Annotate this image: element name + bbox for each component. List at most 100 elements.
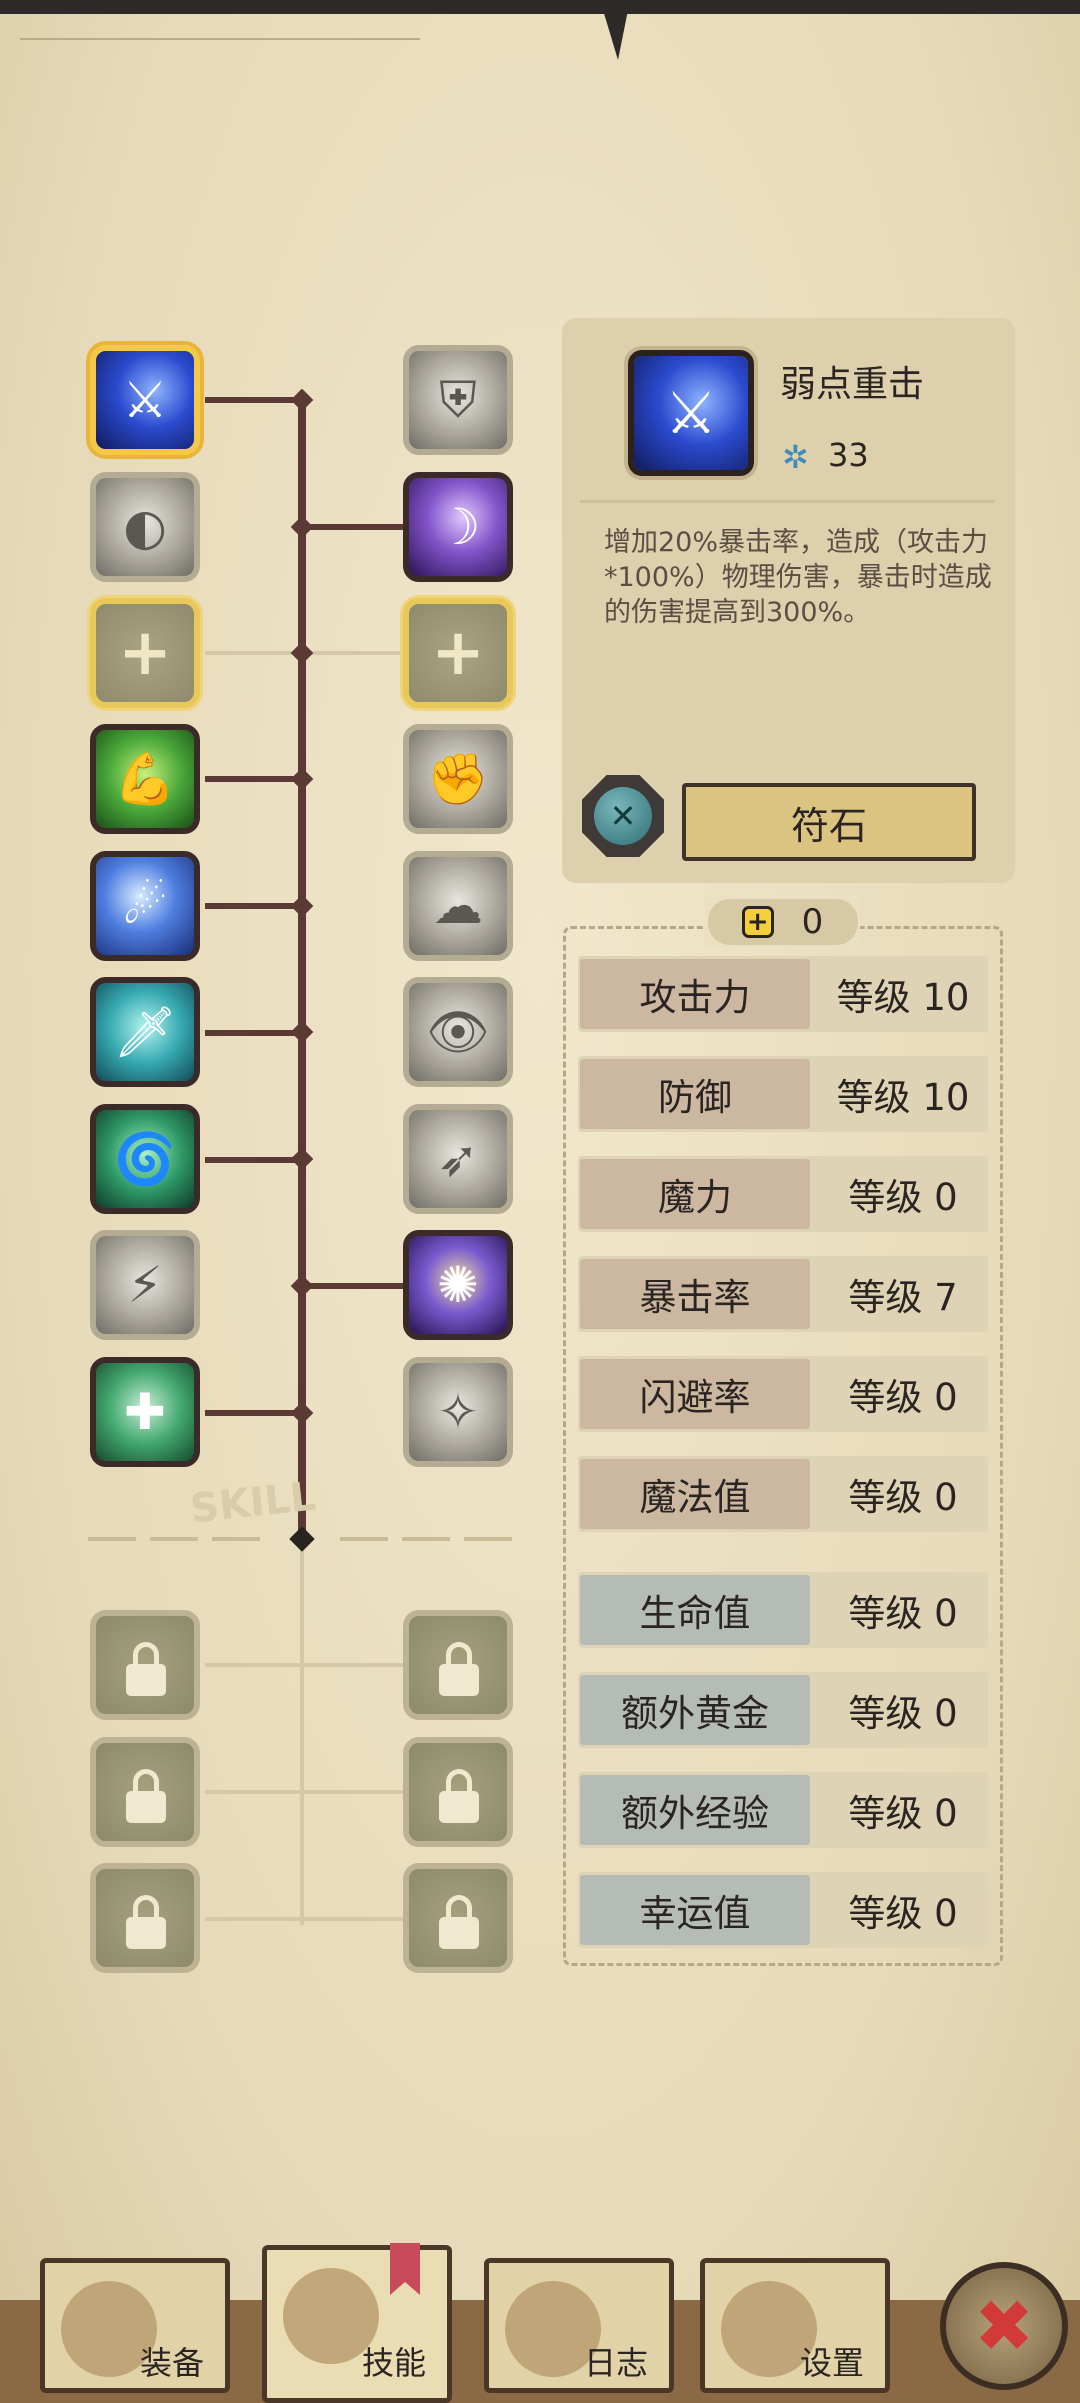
selected-skill-icon: ⚔: [628, 350, 754, 476]
lightning-icon: ⚡: [127, 1256, 163, 1314]
skill-points-pill: + 0: [707, 899, 858, 945]
tab-label: 技能: [362, 2344, 427, 2382]
sparkle-icon: ✧: [437, 1383, 479, 1441]
stat-level: 等级 7: [848, 1276, 958, 1319]
skill-slot-upgradable[interactable]: +: [90, 598, 200, 708]
tier-divider: [402, 1537, 450, 1541]
locked-skill-slot[interactable]: [403, 1863, 513, 1973]
stat-label: 防御: [580, 1059, 810, 1129]
tree-end-knot: [289, 1526, 315, 1552]
skill-arcane-orbs[interactable]: ✺: [403, 1230, 513, 1340]
close-icon: ✖: [973, 2284, 1035, 2368]
skill-slot[interactable]: ➶: [403, 1104, 513, 1214]
skill-dagger[interactable]: 🗡: [90, 977, 200, 1087]
stat-row[interactable]: 生命值 等级 0: [578, 1572, 988, 1648]
skill-slot[interactable]: ☁: [403, 851, 513, 961]
branch-knot: [290, 767, 314, 791]
skill-points-value: 0: [801, 902, 824, 942]
tab-settings[interactable]: 设置: [700, 2258, 890, 2393]
dagger-icon: 🗡: [113, 1002, 177, 1061]
lock-icon: [126, 1642, 166, 1696]
stat-level: 等级 0: [848, 1176, 958, 1219]
locked-skill-slot[interactable]: [403, 1610, 513, 1720]
whirlwind-icon: 🌀: [113, 1129, 177, 1188]
stat-row[interactable]: 魔法值 等级 0: [578, 1456, 988, 1532]
tab-label: 装备: [140, 2344, 205, 2382]
skill-weak-point-strike[interactable]: ⚔: [90, 345, 200, 455]
rune-button[interactable]: 符石: [682, 783, 976, 861]
stat-row[interactable]: 闪避率 等级 0: [578, 1356, 988, 1432]
skill-strength[interactable]: 💪: [90, 724, 200, 834]
stat-label: 攻击力: [580, 959, 810, 1029]
stat-label: 幸运值: [580, 1875, 810, 1945]
stat-row[interactable]: 攻击力 等级 10: [578, 956, 988, 1032]
skill-tree-trunk: [298, 395, 306, 1540]
stat-row[interactable]: 防御 等级 10: [578, 1056, 988, 1132]
flex-arm-icon: 💪: [113, 749, 177, 808]
branch-knot: [290, 894, 314, 918]
skill-slot[interactable]: ⛨: [403, 345, 513, 455]
skill-slot[interactable]: ✧: [403, 1357, 513, 1467]
locked-skill-slot[interactable]: [403, 1737, 513, 1847]
branch-right: [300, 1283, 405, 1289]
skill-slot[interactable]: ⚡: [90, 1230, 200, 1340]
locked-tree-trunk: [300, 1545, 304, 1925]
locked-skill-slot[interactable]: [90, 1737, 200, 1847]
plus-icon: +: [118, 616, 172, 690]
close-button[interactable]: ✖: [940, 2262, 1068, 2390]
blade-icon: ➶: [437, 1130, 479, 1188]
branch-locked: [205, 1917, 405, 1921]
stat-row[interactable]: 额外黄金 等级 0: [578, 1672, 988, 1748]
branch-locked: [205, 1790, 405, 1794]
torn-edge: [600, 0, 630, 60]
locked-skill-slot[interactable]: [90, 1863, 200, 1973]
locked-skill-slot[interactable]: [90, 1610, 200, 1720]
plus-icon: +: [431, 616, 485, 690]
tab-label: 设置: [800, 2344, 865, 2382]
stat-label: 暴击率: [580, 1259, 810, 1329]
stat-row[interactable]: 额外经验 等级 0: [578, 1772, 988, 1848]
branch-knot: [290, 515, 314, 539]
skill-whirlwind[interactable]: 🌀: [90, 1104, 200, 1214]
skill-description: 增加20%暴击率，造成（攻击力*100%）物理伤害，暴击时造成的伤害提高到300…: [604, 527, 992, 628]
stat-label: 魔力: [580, 1159, 810, 1229]
stat-label: 额外黄金: [580, 1675, 810, 1745]
top-decoration: [20, 14, 420, 40]
skill-points: + 0: [705, 896, 860, 948]
stat-level: 等级 0: [848, 1592, 958, 1635]
tier-divider: [88, 1537, 136, 1541]
sword-slash-icon: ⚔: [665, 379, 717, 447]
branch-knot: [290, 1274, 314, 1298]
tab-skills[interactable]: 技能: [262, 2245, 452, 2403]
skill-slot[interactable]: ✊: [403, 724, 513, 834]
skill-slot[interactable]: 👁: [403, 977, 513, 1087]
skill-shadow-strike[interactable]: ☽: [403, 472, 513, 582]
tier-divider: [212, 1537, 260, 1541]
stat-label: 闪避率: [580, 1359, 810, 1429]
plus-icon: +: [741, 906, 774, 938]
tab-label: 日志: [584, 2344, 649, 2382]
stat-row[interactable]: 暴击率 等级 7: [578, 1256, 988, 1332]
skill-slot[interactable]: ◐: [90, 472, 200, 582]
tier-divider: [464, 1537, 512, 1541]
rune-gem-icon[interactable]: ✕: [594, 787, 652, 845]
eye-icon: 👁: [426, 1002, 490, 1061]
tier-divider: [150, 1537, 198, 1541]
stat-row[interactable]: 幸运值 等级 0: [578, 1872, 988, 1948]
lock-icon: [126, 1769, 166, 1823]
shield-icon: ⛨: [439, 370, 477, 429]
skill-greatsword[interactable]: ✚: [90, 1357, 200, 1467]
slash-icon: ◐: [123, 498, 167, 556]
tier-divider: [340, 1537, 388, 1541]
stat-level: 等级 0: [848, 1892, 958, 1935]
tab-equipment[interactable]: 装备: [40, 2258, 230, 2393]
stat-level: 等级 0: [848, 1692, 958, 1735]
lock-icon: [126, 1895, 166, 1949]
lock-icon: [439, 1642, 479, 1696]
tab-log[interactable]: 日志: [484, 2258, 674, 2393]
skill-dash-strike[interactable]: ☄: [90, 851, 200, 961]
skill-slot-upgradable[interactable]: +: [403, 598, 513, 708]
orbs-icon: ✺: [437, 1256, 479, 1314]
stat-row[interactable]: 魔力 等级 0: [578, 1156, 988, 1232]
dash-icon: ☄: [122, 877, 168, 935]
